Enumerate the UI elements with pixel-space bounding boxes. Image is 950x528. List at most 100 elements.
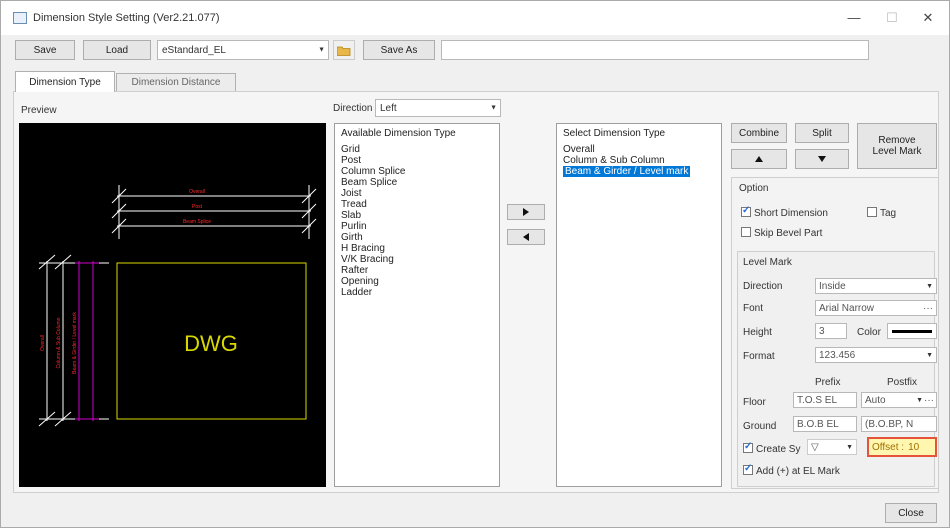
save-as-name-input[interactable] bbox=[441, 40, 869, 60]
ellipsis-icon[interactable]: ··· bbox=[923, 303, 933, 314]
remove-level-mark-button[interactable]: Remove Level Mark bbox=[857, 123, 937, 169]
tag-checkbox[interactable]: Tag bbox=[867, 207, 896, 219]
chevron-down-icon: ▼ bbox=[846, 443, 853, 451]
preview-drawing: Overall Post Beam Splice Overall Column … bbox=[38, 185, 317, 427]
ellipsis-icon[interactable]: ··· bbox=[924, 395, 934, 406]
maximize-button[interactable]: ☐ bbox=[877, 7, 907, 29]
list-item[interactable]: H Bracing bbox=[341, 243, 493, 254]
style-combo[interactable]: eStandard_EL ▼ bbox=[157, 40, 329, 60]
offset-label: Offset : bbox=[872, 441, 905, 453]
create-symbol-checkbox[interactable]: Create Sy bbox=[743, 441, 801, 455]
lm-floor-prefix-input[interactable]: T.O.S EL bbox=[793, 392, 857, 408]
lm-ground-label: Ground bbox=[743, 421, 777, 432]
list-item[interactable]: Purlin bbox=[341, 221, 493, 232]
window-title: Dimension Style Setting (Ver2.21.077) bbox=[33, 12, 220, 24]
lm-floor-postfix-combo[interactable]: Auto ▼ ··· bbox=[861, 392, 937, 408]
checkbox-icon bbox=[741, 205, 751, 217]
chevron-down-icon: ▼ bbox=[926, 282, 933, 290]
lm-format-label: Format bbox=[743, 351, 775, 362]
checkbox-icon bbox=[743, 463, 753, 475]
lm-font-label: Font bbox=[743, 303, 764, 314]
list-item[interactable]: Beam Splice bbox=[341, 177, 493, 188]
load-button[interactable]: Load bbox=[83, 40, 151, 60]
close-window-button[interactable]: ✕ bbox=[913, 7, 943, 29]
combine-button[interactable]: Combine bbox=[731, 123, 787, 143]
lm-color-picker[interactable] bbox=[887, 323, 937, 339]
lm-ground-postfix-input[interactable]: (B.O.BP, N bbox=[861, 416, 937, 432]
remove-dimension-button[interactable] bbox=[507, 229, 545, 245]
tab-dimension-type[interactable]: Dimension Type bbox=[15, 71, 115, 92]
move-down-button[interactable] bbox=[795, 149, 849, 169]
symbol-combo[interactable]: ▽ ▼ bbox=[807, 439, 857, 455]
direction-label: Direction bbox=[333, 103, 373, 114]
list-item[interactable]: V/K Bracing bbox=[341, 254, 493, 265]
skip-bevel-label: Skip Bevel Part bbox=[754, 228, 823, 239]
offset-field[interactable]: Offset : 10 bbox=[867, 437, 937, 457]
triangle-down-icon bbox=[818, 156, 826, 162]
lm-ground-prefix-input[interactable]: B.O.B EL bbox=[793, 416, 857, 432]
color-swatch bbox=[892, 329, 932, 333]
list-item[interactable]: Ladder bbox=[341, 287, 493, 298]
remove-label-line2: Level Mark bbox=[872, 146, 922, 157]
list-item[interactable]: Overall bbox=[563, 144, 715, 155]
minimize-button[interactable]: — bbox=[839, 7, 869, 29]
chevron-down-icon: ▼ bbox=[490, 104, 497, 112]
folder-icon bbox=[337, 46, 351, 56]
title-bar: Dimension Style Setting (Ver2.21.077) — … bbox=[1, 1, 949, 35]
list-item[interactable]: Column Splice bbox=[341, 166, 493, 177]
list-item[interactable]: Slab bbox=[341, 210, 493, 221]
app-icon bbox=[13, 12, 27, 24]
create-symbol-label: Create Sy bbox=[756, 444, 801, 455]
direction-combo-value: Left bbox=[380, 102, 397, 114]
chevron-down-icon: ▼ bbox=[318, 46, 325, 54]
symbol-value: ▽ bbox=[811, 441, 819, 453]
list-item[interactable]: Opening bbox=[341, 276, 493, 287]
list-item[interactable]: Column & Sub Column bbox=[563, 155, 715, 166]
style-combo-value: eStandard_EL bbox=[162, 44, 226, 56]
list-item[interactable]: Rafter bbox=[341, 265, 493, 276]
lm-direction-combo[interactable]: Inside ▼ bbox=[815, 278, 937, 294]
list-item[interactable]: Joist bbox=[341, 188, 493, 199]
lm-font-field[interactable]: Arial Narrow ··· bbox=[815, 300, 937, 316]
option-title: Option bbox=[739, 183, 769, 194]
save-button[interactable]: Save bbox=[15, 40, 75, 60]
short-dimension-label: Short Dimension bbox=[754, 208, 828, 219]
triangle-right-icon bbox=[523, 208, 529, 216]
tab-dimension-distance[interactable]: Dimension Distance bbox=[116, 73, 236, 91]
skip-bevel-checkbox[interactable]: Skip Bevel Part bbox=[741, 227, 822, 239]
lm-direction-value: Inside bbox=[819, 280, 846, 292]
dimension-style-window: Dimension Style Setting (Ver2.21.077) — … bbox=[0, 0, 950, 528]
list-item[interactable]: Post bbox=[341, 155, 493, 166]
checkbox-icon bbox=[743, 441, 753, 453]
list-item-selected[interactable]: Beam & Girder / Level mark bbox=[563, 166, 691, 177]
add-dimension-button[interactable] bbox=[507, 204, 545, 220]
open-folder-button[interactable] bbox=[333, 40, 355, 60]
close-button[interactable]: Close bbox=[885, 503, 937, 523]
direction-combo[interactable]: Left ▼ bbox=[375, 99, 501, 117]
save-as-button[interactable]: Save As bbox=[363, 40, 435, 60]
offset-value: 10 bbox=[908, 441, 920, 453]
tag-label: Tag bbox=[880, 208, 897, 219]
selected-list-header: Select Dimension Type bbox=[563, 128, 666, 139]
dim-label-beam: Beam Splice bbox=[183, 219, 211, 225]
available-dimension-list[interactable]: Available Dimension Type Grid Post Colum… bbox=[334, 123, 500, 487]
lm-height-input[interactable]: 3 bbox=[815, 323, 847, 339]
prefix-header: Prefix bbox=[815, 377, 841, 388]
move-up-button[interactable] bbox=[731, 149, 787, 169]
list-item[interactable]: Tread bbox=[341, 199, 493, 210]
available-list-header: Available Dimension Type bbox=[341, 128, 456, 139]
preview-canvas: Overall Post Beam Splice Overall Column … bbox=[19, 123, 326, 487]
lm-format-combo[interactable]: 123.456 ▼ bbox=[815, 347, 937, 363]
lm-format-value: 123.456 bbox=[819, 349, 856, 361]
dim-label-post: Post bbox=[192, 204, 203, 210]
postfix-header: Postfix bbox=[887, 377, 918, 388]
lm-floor-postfix-value: Auto bbox=[865, 394, 886, 406]
split-button[interactable]: Split bbox=[795, 123, 849, 143]
checkbox-icon bbox=[867, 207, 877, 217]
lm-font-value: Arial Narrow bbox=[819, 302, 875, 314]
selected-dimension-list[interactable]: Select Dimension Type Overall Column & S… bbox=[556, 123, 722, 487]
list-item[interactable]: Grid bbox=[341, 144, 493, 155]
list-item[interactable]: Girth bbox=[341, 232, 493, 243]
add-plus-checkbox[interactable]: Add (+) at EL Mark bbox=[743, 463, 840, 477]
short-dimension-checkbox[interactable]: Short Dimension bbox=[741, 205, 828, 219]
